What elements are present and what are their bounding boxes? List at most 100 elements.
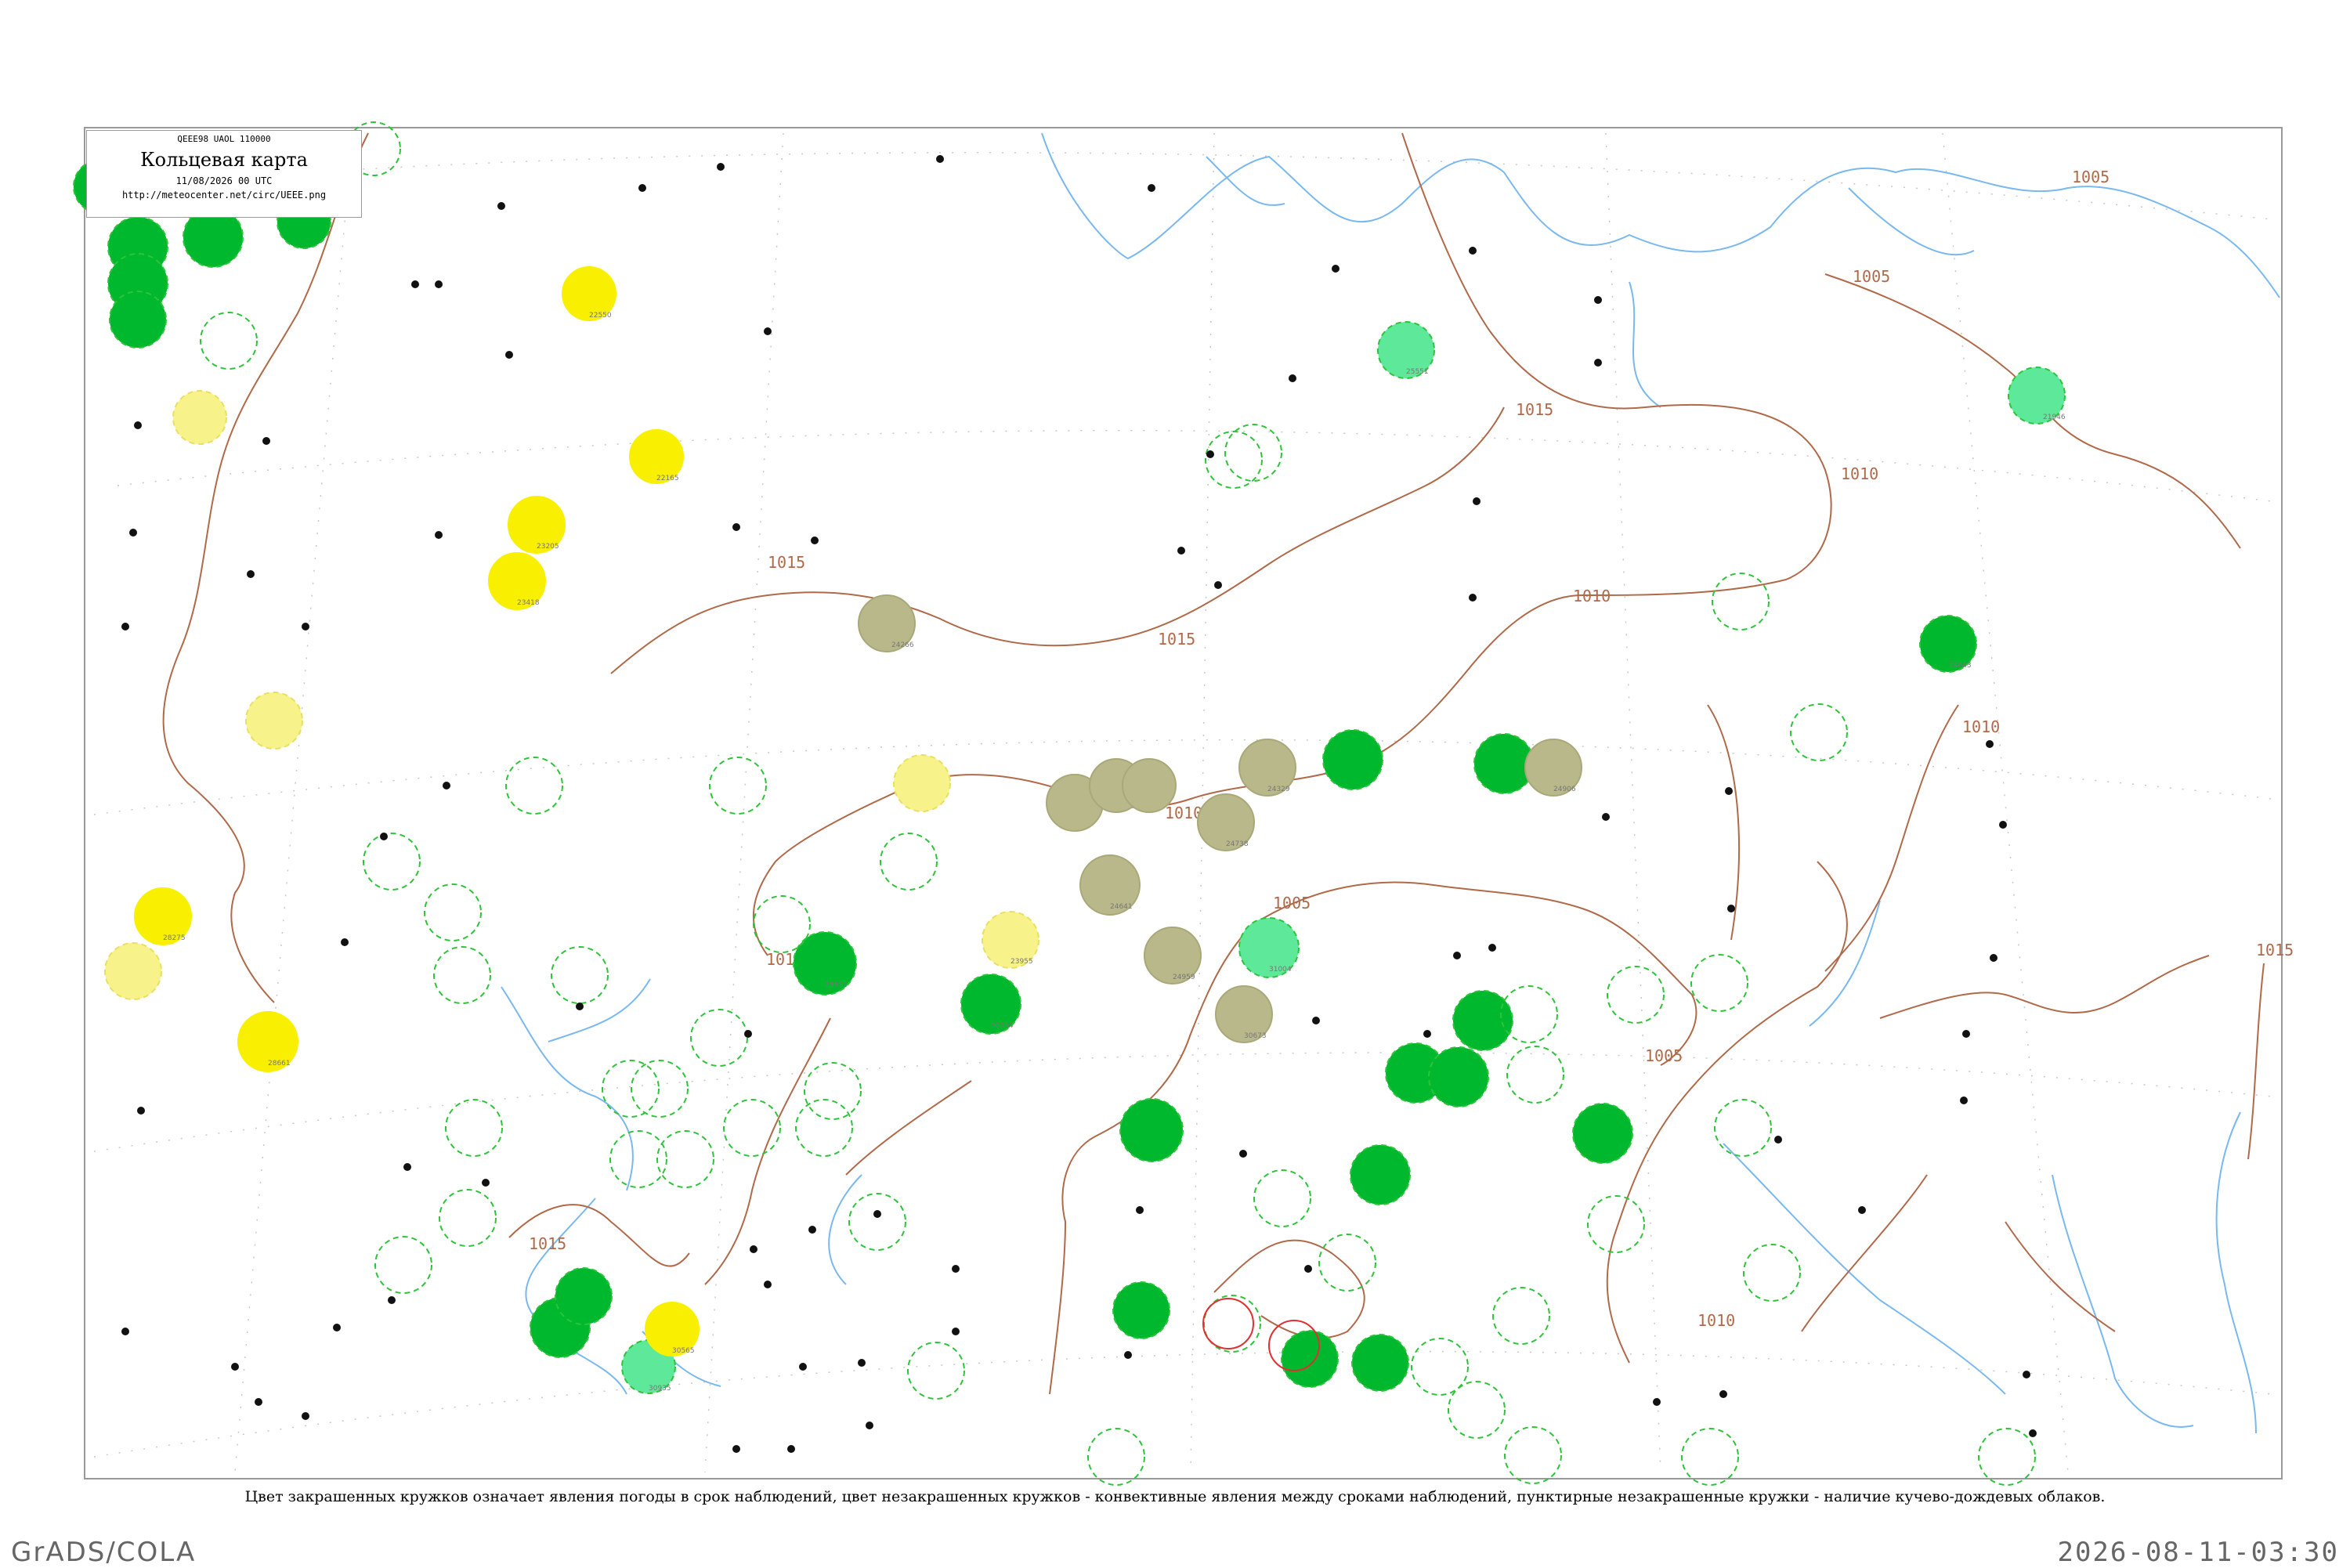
station-dot (717, 163, 725, 171)
cb-ring (656, 1130, 714, 1188)
station-dot (1332, 265, 1340, 273)
station-dot (1148, 184, 1155, 192)
render-timestamp: 2026-08-11-03:30 (2057, 1537, 2339, 1568)
station-dot (137, 1107, 145, 1115)
isobars (162, 132, 2265, 1395)
station-dot (808, 1226, 816, 1234)
station-dot (732, 523, 740, 531)
cb-ring (363, 833, 421, 891)
station-id-label: 22550 (589, 312, 612, 320)
station-circle-light-shower (104, 942, 162, 1000)
filled-station-circles (73, 159, 2066, 1394)
cb-ring (1492, 1287, 1550, 1345)
station-dot (1206, 450, 1214, 458)
bulletin-code: QEEE98 UAOL 110000 (177, 134, 271, 144)
station-circle-rain (1350, 1144, 1411, 1205)
station-id-label: 30565 (672, 1347, 695, 1355)
station-dot (1423, 1030, 1431, 1038)
station-dot (1473, 497, 1480, 505)
cb-ring (1087, 1428, 1145, 1486)
station-dot (1727, 905, 1735, 912)
station-dot (482, 1179, 490, 1187)
cb-ring (690, 1009, 748, 1067)
station-dot (576, 1003, 584, 1010)
station-dot (121, 623, 129, 630)
station-dot (1602, 813, 1610, 821)
cb-ring (753, 895, 811, 953)
station-dot (1289, 374, 1296, 382)
station-id-label: 30935 (649, 1385, 671, 1393)
station-dot (787, 1445, 795, 1453)
software-credit: GrADS/COLA (11, 1537, 197, 1568)
station-dot (866, 1422, 873, 1429)
station-dot (1124, 1351, 1132, 1359)
station-dot (1719, 1390, 1727, 1398)
isobar-label: 1015 (2256, 941, 2294, 959)
map-url: http://meteocenter.net/circ/UEEE.png (121, 190, 327, 201)
station-dot (750, 1245, 757, 1253)
station-dot (952, 1328, 960, 1335)
station-id-label: 24906 (1553, 786, 1576, 793)
cb-ring (1253, 1169, 1311, 1227)
station-circle-rain (1428, 1046, 1489, 1107)
station-dot (134, 421, 142, 429)
station-dot (1594, 359, 1602, 367)
station-id-label: 24266 (891, 641, 914, 649)
cb-ring (424, 883, 482, 941)
cb-ring (795, 1099, 853, 1157)
cb-ring (1448, 1381, 1506, 1439)
station-dot (744, 1030, 752, 1038)
cb-ring (551, 946, 609, 1004)
cb-ring (1978, 1428, 2036, 1486)
station-circle-light-shower (893, 754, 951, 812)
station-circle-fog (1122, 758, 1177, 813)
station-circle-rain (1119, 1098, 1184, 1162)
station-id-label: 24329 (1267, 786, 1290, 793)
station-dot (1453, 952, 1461, 959)
station-dot (403, 1163, 411, 1171)
station-dot (333, 1324, 341, 1331)
station-dot (1594, 296, 1602, 304)
station-dot (732, 1445, 740, 1453)
station-id-label: 30673 (1244, 1032, 1267, 1040)
station-circle-rain (1351, 1334, 1409, 1392)
station-dot (443, 782, 450, 789)
cb-ring (804, 1062, 862, 1120)
station-dot (1469, 247, 1477, 255)
station-circle-rain (555, 1267, 613, 1325)
cb-ring (1714, 1099, 1772, 1157)
station-dot (799, 1363, 807, 1371)
cb-ring (848, 1193, 906, 1251)
weather-map: 1005 1005 1015 1010 1010 1015 1015 1010 … (73, 121, 2294, 1486)
station-dot (388, 1296, 396, 1304)
station-dot (302, 1412, 309, 1420)
station-dot (435, 531, 443, 539)
station-dot (1488, 944, 1496, 952)
station-dot (1960, 1097, 1968, 1104)
station-circle-rain (1452, 990, 1513, 1051)
station-dot (1469, 594, 1477, 602)
cb-ring (1205, 431, 1263, 489)
station-id-label: 24643 (1949, 662, 1972, 670)
cb-ring (1690, 954, 1748, 1012)
station-circle-rain (1572, 1103, 1633, 1164)
cb-ring (907, 1342, 965, 1400)
station-dot (129, 529, 137, 537)
station-dot (873, 1210, 881, 1218)
station-id-label: 29612 (825, 981, 848, 989)
station-dot (936, 155, 944, 163)
map-datetime: 11/08/2026 00 UTC (175, 175, 273, 186)
station-id-label: 30054 (991, 1022, 1014, 1030)
cb-ring (1712, 573, 1770, 630)
station-dot (121, 1328, 129, 1335)
isobar-label: 1010 (1841, 464, 1878, 483)
station-dot (247, 570, 255, 578)
station-dot (262, 437, 270, 445)
station-dot (1214, 581, 1222, 589)
station-id-label: 28661 (268, 1060, 291, 1068)
cb-ring (200, 312, 258, 370)
station-dot (341, 938, 349, 946)
station-id-label: 21946 (2043, 414, 2066, 421)
cb-ring (1681, 1428, 1739, 1486)
station-dot (1858, 1206, 1866, 1214)
